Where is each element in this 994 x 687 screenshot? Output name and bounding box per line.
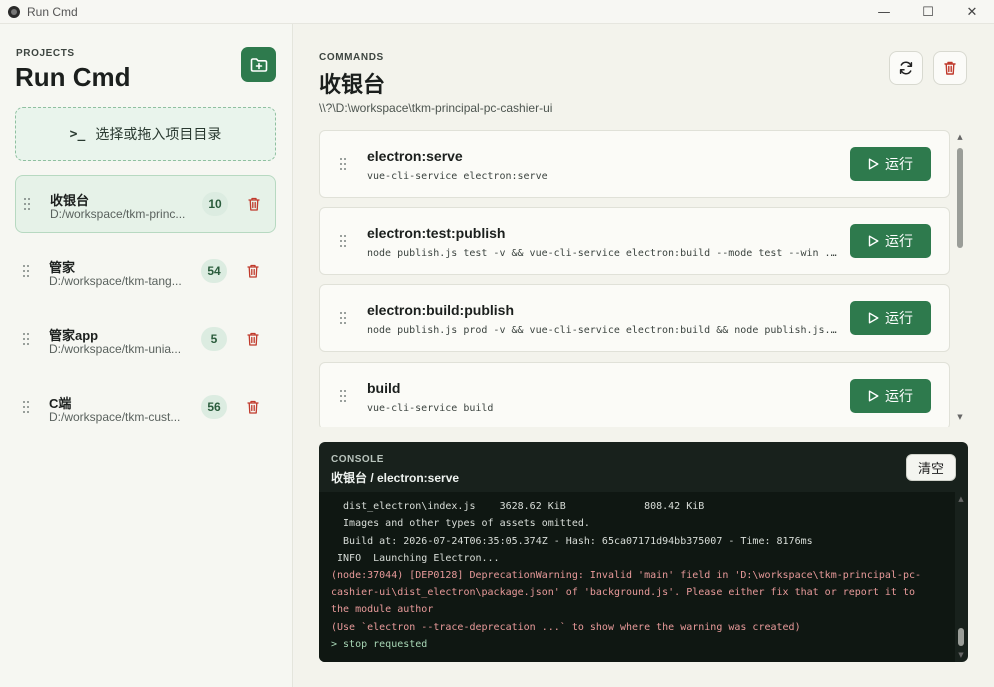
run-label: 运行: [885, 310, 913, 326]
play-icon: [868, 235, 879, 247]
projects-sidebar: PROJECTS Run Cmd >_ 选择或拖入项目目录 收银台 D:/wor…: [0, 24, 293, 687]
grip-icon[interactable]: [340, 235, 347, 248]
trash-icon[interactable]: [246, 263, 260, 279]
folder-plus-icon: [250, 57, 267, 72]
scroll-up-icon[interactable]: ▲: [956, 133, 964, 141]
console-kicker: CONSOLE: [331, 454, 384, 465]
refresh-icon: [899, 61, 913, 75]
grip-icon[interactable]: [24, 198, 31, 211]
command-name: electron:build:publish: [367, 302, 514, 318]
scroll-down-icon[interactable]: ▼: [956, 413, 964, 421]
project-dropzone[interactable]: >_ 选择或拖入项目目录: [15, 107, 276, 161]
run-label: 运行: [885, 156, 913, 172]
commands-kicker: COMMANDS: [319, 52, 384, 63]
maximize-button[interactable]: ☐: [906, 0, 950, 24]
project-item[interactable]: 管家app D:/workspace/tkm-unia... 5: [15, 311, 276, 369]
console-line: (Use `electron --trace-deprecation ...` …: [331, 622, 801, 633]
run-button[interactable]: 运行: [850, 147, 931, 181]
console-output: dist_electron\index.js 3628.62 KiB 808.4…: [319, 492, 955, 662]
console-panel: CONSOLE 收银台 / electron:serve 清空 dist_ele…: [319, 442, 968, 662]
project-path: D:/workspace/tkm-tang...: [49, 274, 182, 288]
console-line: the module author: [331, 604, 434, 615]
project-path: D:/workspace/tkm-cust...: [49, 410, 181, 424]
command-line: vue-cli-service build: [367, 403, 494, 414]
command-count-badge: 56: [201, 395, 227, 419]
command-list-scrollbar[interactable]: ▲ ▼: [955, 132, 965, 422]
play-icon: [868, 390, 879, 402]
console-line: cashier-ui\dist_electron\package.json' o…: [331, 587, 915, 598]
minimize-button[interactable]: —: [862, 0, 906, 24]
command-line: node publish.js test -v && vue-cli-servi…: [367, 248, 839, 259]
project-item[interactable]: C端 D:/workspace/tkm-cust... 56: [15, 379, 276, 437]
play-icon: [868, 312, 879, 324]
project-item[interactable]: 收银台 D:/workspace/tkm-princ... 10: [15, 175, 276, 233]
app-logo-icon: [8, 5, 20, 18]
sidebar-title: Run Cmd: [15, 62, 131, 92]
trash-icon[interactable]: [246, 331, 260, 347]
console-line: Build at: 2026-07-24T06:35:05.374Z - Has…: [331, 536, 813, 547]
scroll-down-icon[interactable]: ▼: [957, 651, 965, 659]
terminal-prompt-icon: >_: [69, 126, 86, 142]
command-line: node publish.js prod -v && vue-cli-servi…: [367, 325, 839, 336]
run-label: 运行: [885, 233, 913, 249]
trash-icon[interactable]: [246, 399, 260, 415]
console-line: > stop requested: [331, 639, 428, 650]
grip-icon[interactable]: [23, 333, 30, 346]
scrollbar-thumb[interactable]: [958, 628, 964, 646]
dropzone-label: 选择或拖入项目目录: [95, 126, 222, 142]
console-line: INFO Launching Electron...: [331, 553, 500, 564]
scrollbar-thumb[interactable]: [957, 148, 963, 248]
command-count-badge: 5: [201, 327, 227, 351]
project-path: D:/workspace/tkm-princ...: [50, 207, 186, 221]
command-card: build vue-cli-service build 运行: [319, 362, 950, 427]
refresh-button[interactable]: [889, 51, 923, 85]
add-project-button[interactable]: [241, 47, 276, 82]
close-button[interactable]: ✕: [950, 0, 994, 24]
delete-project-button[interactable]: [933, 51, 967, 85]
title-bar: Run Cmd — ☐ ✕: [0, 0, 994, 24]
command-card: electron:build:publish node publish.js p…: [319, 284, 950, 352]
grip-icon[interactable]: [340, 158, 347, 171]
trash-icon[interactable]: [247, 196, 261, 212]
command-count-badge: 54: [201, 259, 227, 283]
play-icon: [868, 158, 879, 170]
command-card: electron:test:publish node publish.js te…: [319, 207, 950, 275]
command-count-badge: 10: [202, 192, 228, 216]
run-label: 运行: [885, 388, 913, 404]
project-full-path: \\?\D:\workspace\tkm-principal-pc-cashie…: [319, 101, 553, 115]
command-name: build: [367, 380, 401, 396]
grip-icon[interactable]: [340, 312, 347, 325]
scroll-up-icon[interactable]: ▲: [957, 495, 965, 503]
clear-console-button[interactable]: 清空: [906, 454, 956, 481]
trash-icon: [944, 61, 956, 75]
command-name: electron:serve: [367, 148, 463, 164]
console-line: Images and other types of assets omitted…: [331, 518, 590, 529]
console-title: 收银台 / electron:serve: [331, 471, 460, 485]
grip-icon[interactable]: [23, 401, 30, 414]
run-button[interactable]: 运行: [850, 301, 931, 335]
project-item[interactable]: 管家 D:/workspace/tkm-tang... 54: [15, 243, 276, 301]
run-button[interactable]: 运行: [850, 224, 931, 258]
page-title: 收银台: [319, 72, 386, 97]
command-line: vue-cli-service electron:serve: [367, 171, 548, 182]
console-line: dist_electron\index.js 3628.62 KiB 808.4…: [331, 501, 705, 512]
sidebar-kicker: PROJECTS: [16, 48, 75, 59]
window-controls: — ☐ ✕: [862, 0, 994, 24]
commands-panel: COMMANDS 收银台 \\?\D:\workspace\tkm-princi…: [294, 24, 994, 687]
command-name: electron:test:publish: [367, 225, 506, 241]
command-card: electron:serve vue-cli-service electron:…: [319, 130, 950, 198]
console-scrollbar[interactable]: ▲ ▼: [956, 494, 966, 660]
console-line: (node:37044) [DEP0128] DeprecationWarnin…: [331, 570, 922, 581]
run-button[interactable]: 运行: [850, 379, 931, 413]
project-path: D:/workspace/tkm-unia...: [49, 342, 182, 356]
window-title: Run Cmd: [27, 4, 78, 19]
grip-icon[interactable]: [340, 390, 347, 403]
grip-icon[interactable]: [23, 265, 30, 278]
command-list: electron:serve vue-cli-service electron:…: [319, 129, 950, 427]
